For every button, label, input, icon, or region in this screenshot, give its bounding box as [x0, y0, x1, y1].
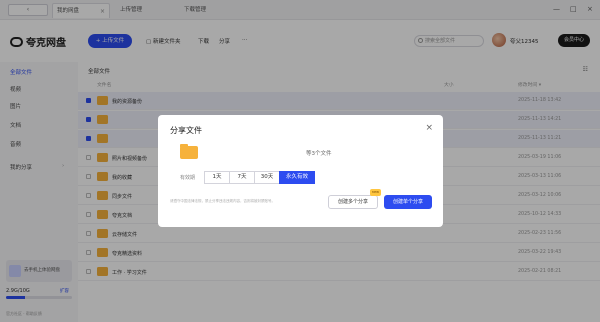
dialog-title: 分享文件 — [170, 126, 202, 135]
period-7-days[interactable]: 7天 — [229, 171, 255, 184]
folder-icon — [180, 144, 198, 159]
create-single-share-button[interactable]: 创建单个分享 — [384, 195, 432, 209]
selected-files-text: 等3个文件 — [306, 151, 332, 157]
validity-label: 有效期 — [180, 175, 196, 181]
period-30-days[interactable]: 30天 — [254, 171, 280, 184]
create-multiple-shares-button[interactable]: 创建多个分享 new — [328, 189, 381, 209]
share-notice: 请遵守中国法律法规，禁止分享违法违规内容，否则将被封禁账号。 — [170, 199, 275, 203]
period-1-day[interactable]: 1天 — [204, 171, 230, 184]
share-dialog: 分享文件 × 等3个文件 有效期 1天 7天 30天 永久有效 请遵守中国法律法… — [158, 115, 443, 227]
validity-options: 1天 7天 30天 永久有效 — [204, 171, 315, 184]
new-badge: new — [369, 189, 381, 196]
period-permanent[interactable]: 永久有效 — [279, 171, 315, 184]
button-label: 创建多个分享 — [337, 199, 368, 205]
close-icon[interactable]: × — [425, 123, 433, 133]
